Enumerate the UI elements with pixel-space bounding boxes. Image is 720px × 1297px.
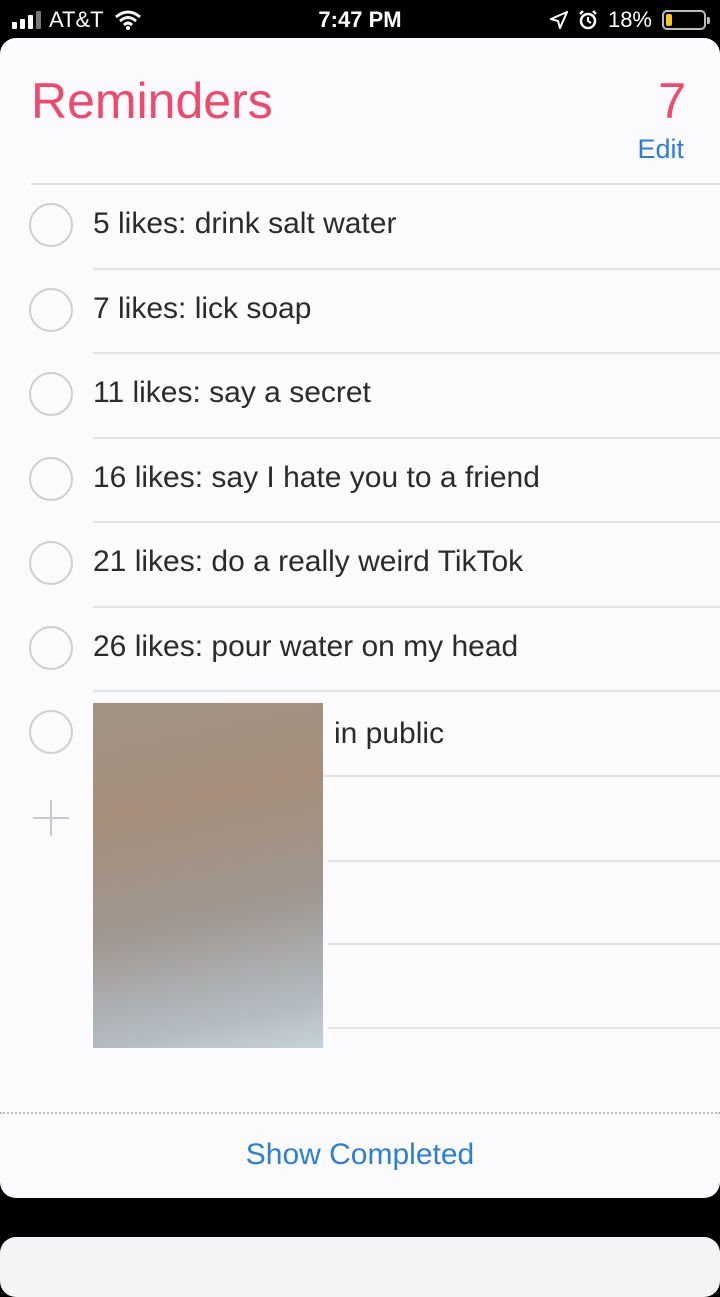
page-title: Reminders [31, 73, 273, 129]
checkbox-circle-icon[interactable] [29, 710, 73, 754]
checkbox-circle-icon[interactable] [29, 625, 73, 670]
reminder-text[interactable]: 7 likes: lick soap [93, 292, 311, 326]
reminder-text[interactable]: 26 likes: pour water on my head [93, 630, 518, 664]
footer-divider [0, 1112, 720, 1114]
checkbox-circle-icon[interactable] [29, 203, 73, 247]
checkbox-circle-icon[interactable] [29, 287, 73, 332]
reminder-text[interactable]: 11 likes: say a secret [93, 376, 371, 410]
reminder-list: 5 likes: drink salt water 7 likes: lick … [0, 185, 720, 777]
edit-button[interactable]: Edit [637, 134, 684, 165]
row-divider [328, 1027, 720, 1029]
checkbox-circle-icon[interactable] [29, 541, 73, 585]
status-right: 18% [549, 7, 710, 33]
row-divider [328, 860, 720, 862]
reminder-item[interactable]: 11 likes: say a secret [0, 354, 720, 439]
next-list-card[interactable] [0, 1237, 720, 1297]
battery-percent: 18% [607, 7, 652, 32]
reminder-item[interactable]: 16 likes: say I hate you to a friend [0, 439, 720, 523]
reminder-text[interactable]: 21 likes: do a really weird TikTok [93, 545, 523, 579]
reminder-text[interactable]: 16 likes: say I hate you to a friend [93, 461, 540, 495]
row-divider [328, 943, 720, 945]
battery-icon [662, 10, 710, 30]
reminder-item[interactable]: 7 likes: lick soap [0, 270, 720, 354]
plus-icon[interactable] [31, 798, 71, 838]
checkbox-circle-icon[interactable] [29, 456, 73, 501]
reminder-item[interactable]: 5 likes: drink salt water [0, 185, 720, 270]
reminder-item[interactable]: 26 likes: pour water on my head [0, 608, 720, 692]
overlay-image [93, 703, 323, 1048]
reminders-card: Reminders 7 Edit 5 likes: drink salt wat… [0, 38, 720, 1198]
reminder-text[interactable]: in public [334, 717, 444, 751]
battery-fill [666, 14, 672, 26]
reminder-text[interactable]: 5 likes: drink salt water [93, 207, 396, 241]
reminder-count: 7 [658, 73, 686, 129]
checkbox-circle-icon[interactable] [29, 372, 73, 416]
alarm-icon [579, 10, 597, 30]
show-completed-button[interactable]: Show Completed [0, 1138, 720, 1172]
location-icon [549, 11, 568, 29]
reminder-item[interactable]: 21 likes: do a really weird TikTok [0, 523, 720, 608]
status-bar: AT&T 7:47 PM 18% [0, 0, 720, 40]
